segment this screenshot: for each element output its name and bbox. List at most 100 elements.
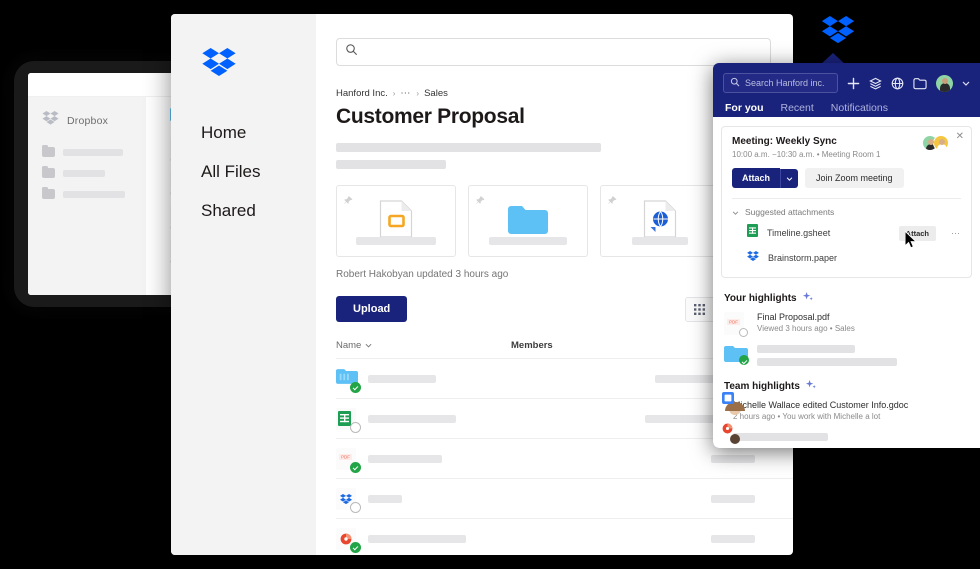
column-header-name[interactable]: Name: [336, 340, 361, 351]
attach-dropdown-button[interactable]: [780, 168, 799, 188]
team-highlight-name: Michelle Wallace edited Customer Info.gd…: [733, 400, 909, 410]
gdoc-icon: [722, 391, 734, 404]
suggested-attachment-row[interactable]: Brainstorm.paper: [732, 249, 961, 267]
suggested-attachments-header: Suggested attachments: [745, 207, 835, 217]
table-row[interactable]: [336, 478, 793, 518]
device-sidebar-item: [42, 144, 146, 157]
team-highlight-item[interactable]: Michelle Wallace edited Customer Info.gd…: [721, 392, 972, 421]
pinned-card[interactable]: [600, 185, 720, 257]
layers-icon[interactable]: [869, 77, 882, 90]
popup-content: ✕ Meeting: Weekly Sync 10:00 a.m. −10:30…: [713, 117, 980, 448]
device-sidebar-item: [42, 165, 146, 178]
dropbox-logo-icon: [42, 111, 59, 131]
highlight-name: Final Proposal.pdf: [757, 312, 830, 322]
join-zoom-meeting-button[interactable]: Join Zoom meeting: [805, 168, 904, 188]
device-sidebar-item: [42, 186, 146, 199]
device-sidebar: Dropbox: [28, 97, 146, 295]
more-horizontal-icon[interactable]: ⋯: [951, 228, 961, 239]
suggested-attachment-name: Timeline.gsheet: [767, 228, 831, 238]
suggested-attachment-row[interactable]: Timeline.gsheet Attach ⋯: [732, 224, 961, 242]
avatar[interactable]: [936, 74, 953, 92]
chevron-down-icon[interactable]: [365, 340, 372, 351]
plus-icon[interactable]: [847, 77, 860, 90]
folder-icon: [42, 165, 55, 178]
app-sidebar: Home All Files Shared: [171, 14, 316, 555]
meeting-card: ✕ Meeting: Weekly Sync 10:00 a.m. −10:30…: [721, 126, 972, 278]
team-highlights-title: Team highlights: [724, 381, 800, 392]
pdf-icon: PDF: [724, 312, 748, 337]
close-icon[interactable]: ✕: [956, 132, 964, 142]
breadcrumb-current[interactable]: Sales: [424, 88, 448, 99]
search-icon: [345, 43, 358, 61]
attach-button[interactable]: Attach: [732, 168, 781, 188]
breadcrumb-separator: ›: [392, 89, 396, 98]
breadcrumb-separator: ›: [416, 89, 420, 98]
ppt-icon: [722, 421, 734, 434]
mouse-cursor-icon: [904, 229, 918, 254]
dropbox-extension-popup: Search Hanford inc. For you Recent Notif…: [713, 63, 980, 448]
pin-icon: [476, 192, 485, 204]
table-row[interactable]: [336, 518, 793, 555]
globe-icon[interactable]: [891, 77, 904, 90]
paper-icon: [747, 249, 759, 267]
search-bar[interactable]: [336, 38, 771, 66]
breadcrumb-ellipsis[interactable]: ⋯: [400, 88, 411, 99]
device-app-name: Dropbox: [67, 115, 109, 127]
column-header-members[interactable]: Members: [511, 340, 553, 351]
chevron-down-icon[interactable]: [732, 207, 739, 217]
meeting-attendees: [922, 135, 949, 151]
screenshot-stage: Dropbox Home All Files Shared Hanford In…: [0, 0, 980, 569]
search-icon: [730, 77, 740, 89]
dropbox-logo-icon: [821, 16, 855, 46]
your-highlights-title: Your highlights: [724, 293, 797, 304]
folder-blue-icon: [508, 204, 548, 239]
highlight-subtitle: Viewed 3 hours ago • Sales: [757, 324, 855, 333]
folder-icon: [42, 144, 55, 157]
suggested-attachments-section: Suggested attachments Timeline.gsheet At…: [732, 198, 961, 267]
status-badge: [350, 461, 361, 473]
sparkle-icon: [805, 380, 816, 393]
gsheet-icon: [747, 224, 758, 242]
sidebar-item-all-files[interactable]: All Files: [201, 162, 316, 182]
folder-blue-icon: [724, 345, 749, 365]
status-badge: [350, 381, 361, 393]
status-badge: [739, 328, 748, 337]
pdf-icon: PDF: [336, 447, 361, 473]
popup-search-placeholder: Search Hanford inc.: [745, 78, 825, 88]
ppt-icon: [336, 527, 361, 553]
pin-icon: [608, 192, 617, 204]
upload-button[interactable]: Upload: [336, 296, 408, 322]
svg-text:PDF: PDF: [729, 320, 738, 325]
chevron-down-icon[interactable]: [962, 81, 970, 86]
suggested-attachment-name: Brainstorm.paper: [768, 253, 838, 263]
breadcrumb-root[interactable]: Hanford Inc.: [336, 88, 388, 99]
main-app-window: Home All Files Shared Hanford Inc. › ⋯ ›…: [171, 14, 793, 555]
status-badge: [350, 541, 361, 553]
pin-icon: [344, 192, 353, 204]
pinned-card[interactable]: [336, 185, 456, 257]
meeting-subtitle: 10:00 a.m. −10:30 a.m. • Meeting Room 1: [732, 150, 881, 159]
small-grid-view-button[interactable]: [686, 297, 714, 321]
pinned-card[interactable]: [468, 185, 588, 257]
sidebar-item-home[interactable]: Home: [201, 123, 316, 143]
avatar: [933, 135, 949, 151]
gsheet-icon: [336, 407, 361, 433]
team-highlight-item[interactable]: [721, 423, 972, 441]
folder-icon[interactable]: [913, 77, 927, 90]
search-input[interactable]: [358, 46, 762, 58]
dropbox-logo-icon: [201, 48, 237, 79]
svg-text:PDF: PDF: [341, 454, 350, 459]
sparkle-icon: [802, 292, 813, 305]
your-highlights-header: Your highlights: [724, 292, 972, 305]
status-badge: [350, 501, 361, 513]
status-badge: [350, 421, 361, 433]
sidebar-item-shared[interactable]: Shared: [201, 201, 316, 221]
team-highlight-subtitle: 2 hours ago • You work with Michelle a l…: [733, 412, 881, 421]
popup-search-bar[interactable]: Search Hanford inc.: [723, 73, 838, 93]
paper-icon: [336, 487, 361, 513]
highlight-item[interactable]: [721, 345, 972, 366]
highlight-item[interactable]: PDF Final Proposal.pdf Viewed 3 hours ag…: [721, 312, 972, 337]
team-highlights-header: Team highlights: [724, 380, 972, 393]
folder-blue-icon: [336, 368, 361, 393]
folder-icon: [42, 186, 55, 199]
